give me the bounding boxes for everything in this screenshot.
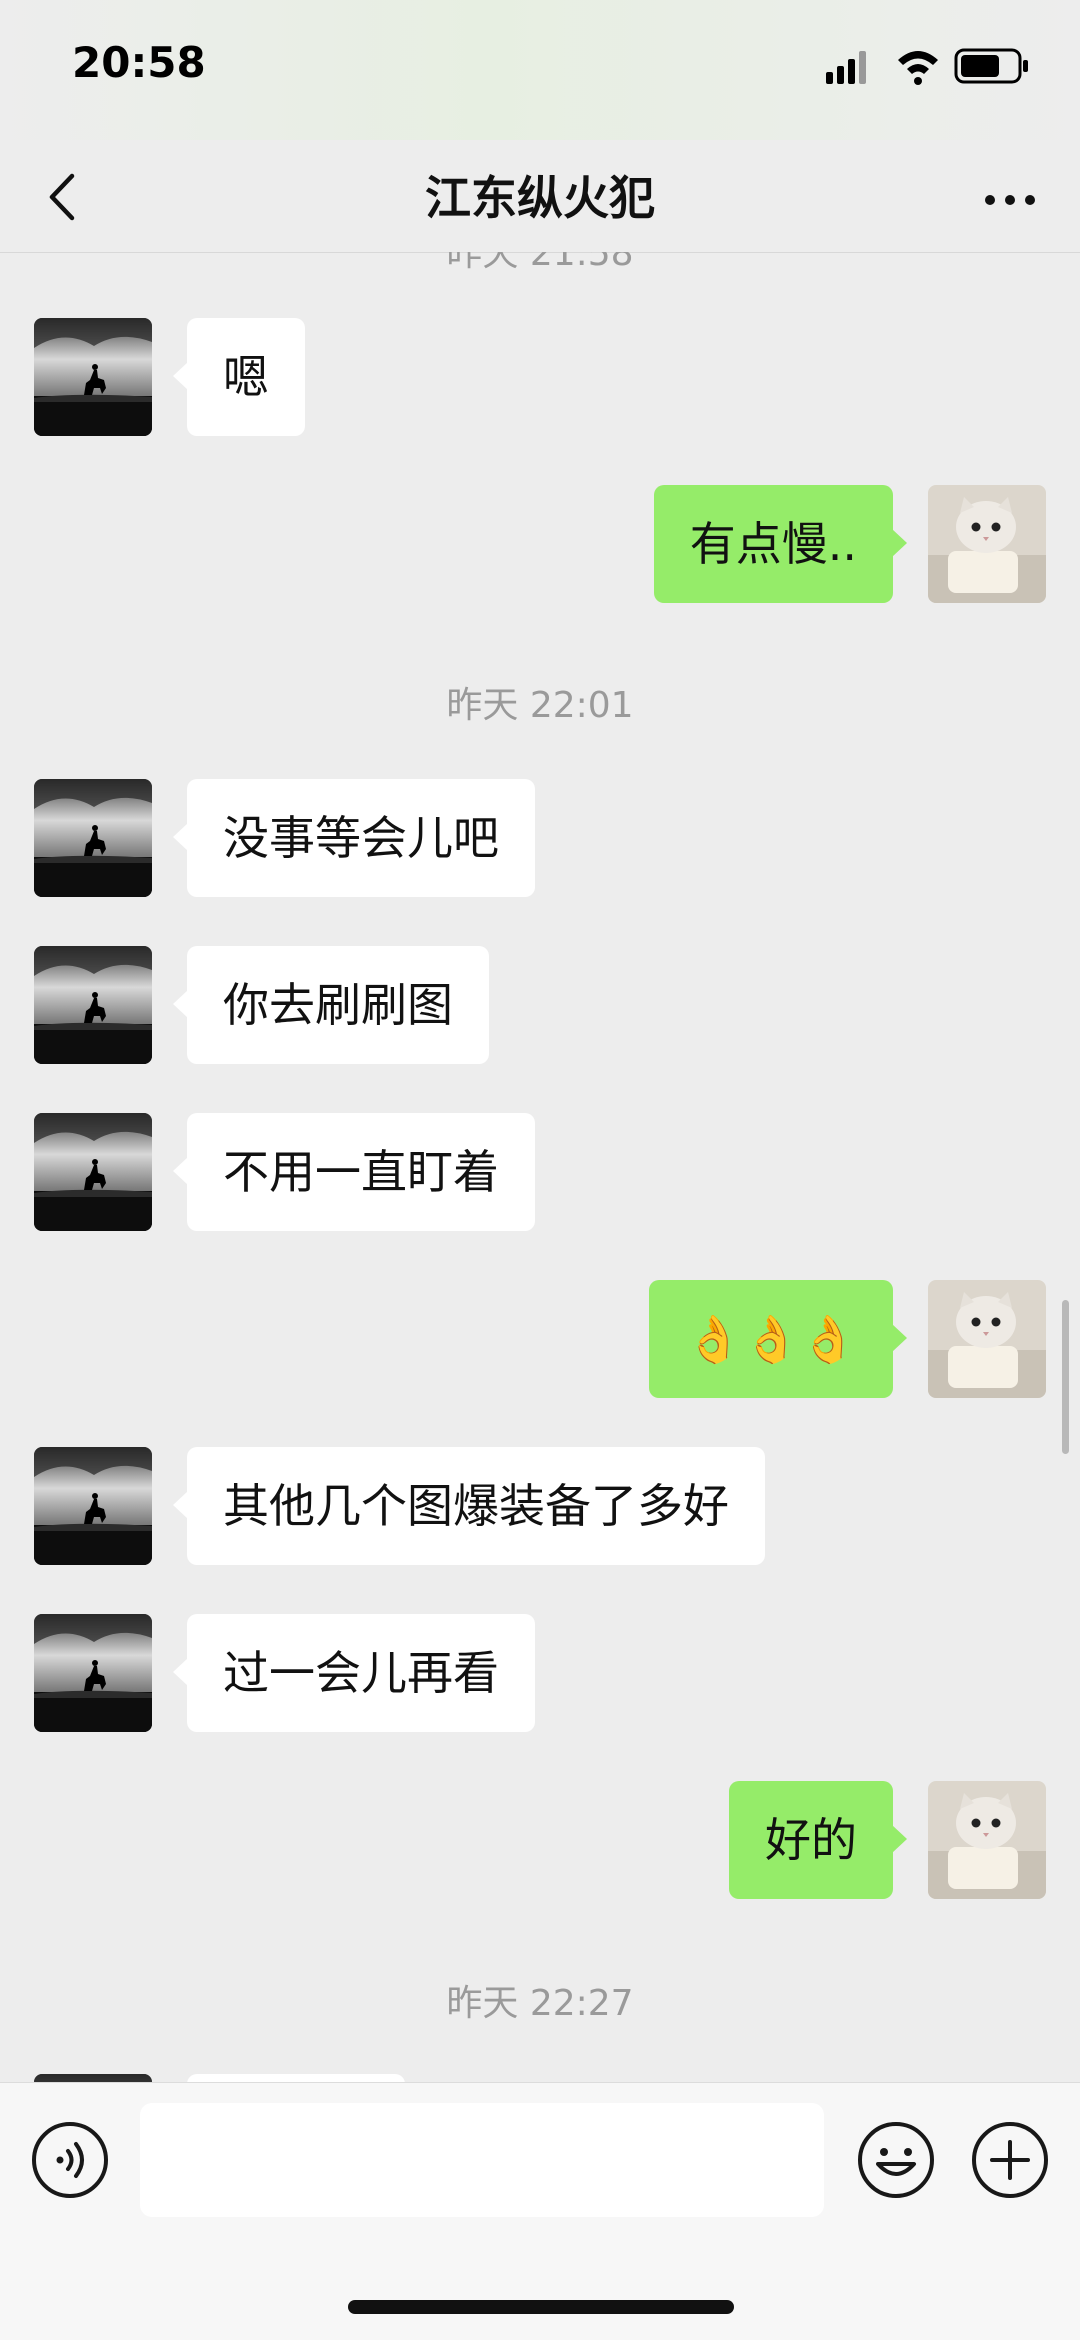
plus-button[interactable] <box>970 2120 1050 2200</box>
more-dots-icon <box>985 195 1035 205</box>
rider-avatar-image <box>34 2074 152 2082</box>
status-icons <box>826 46 1036 86</box>
incoming-message[interactable]: 嗯 <box>173 318 305 436</box>
rider-avatar-image <box>34 1614 152 1732</box>
message-input[interactable] <box>140 2103 824 2217</box>
message-list[interactable]: 昨天 21:58 嗯 有点慢.. 昨天 22:01 没事等会儿吧 你去刷刷图 不… <box>0 252 1080 2082</box>
contact-avatar[interactable] <box>34 1113 152 1231</box>
emoji-icon <box>858 2122 934 2198</box>
rider-avatar-image <box>34 318 152 436</box>
cat-avatar-image <box>928 485 1046 603</box>
contact-avatar[interactable] <box>34 1447 152 1565</box>
contact-avatar[interactable] <box>34 2074 152 2082</box>
emoji-button[interactable] <box>856 2120 936 2200</box>
timestamp: 昨天 22:01 <box>446 685 634 726</box>
incoming-message[interactable]: 你去刷刷图 <box>173 946 489 1064</box>
incoming-message[interactable]: 过一会儿再看 <box>173 1614 535 1732</box>
rider-avatar-image <box>34 1113 152 1231</box>
outgoing-message[interactable]: 好的 <box>729 1781 907 1899</box>
status-bar: 20:58 <box>0 0 1080 140</box>
rider-avatar-image <box>34 779 152 897</box>
my-avatar[interactable] <box>928 485 1046 603</box>
voice-icon <box>32 2122 108 2198</box>
status-time: 20:58 <box>72 38 206 87</box>
contact-avatar[interactable] <box>34 318 152 436</box>
voice-button[interactable] <box>30 2120 110 2200</box>
timestamp: 昨天 22:27 <box>446 1983 634 2024</box>
outgoing-message[interactable]: 👌👌👌 <box>649 1280 907 1398</box>
cat-avatar-image <box>928 1781 1046 1899</box>
timestamp: 昨天 21:58 <box>446 252 634 274</box>
more-button[interactable] <box>970 162 1050 232</box>
plus-icon <box>972 2122 1048 2198</box>
contact-avatar[interactable] <box>34 946 152 1064</box>
contact-avatar[interactable] <box>34 779 152 897</box>
rider-avatar-image <box>34 946 152 1064</box>
outgoing-message[interactable]: 有点慢.. <box>653 485 908 603</box>
wifi-icon <box>898 51 938 85</box>
chat-header: 江东纵火犯 <box>0 140 1080 253</box>
my-avatar[interactable] <box>928 1781 1046 1899</box>
incoming-message[interactable]: 不用一直盯着 <box>173 1113 535 1231</box>
chat-title: 江东纵火犯 <box>425 171 655 225</box>
my-avatar[interactable] <box>928 1280 1046 1398</box>
incoming-message[interactable]: 其他几个图爆装备了多好 <box>173 1447 765 1565</box>
home-indicator[interactable] <box>348 2300 734 2314</box>
incoming-message[interactable]: 没事等会儿吧 <box>173 779 535 897</box>
incoming-message-partial[interactable] <box>187 2074 405 2082</box>
rider-avatar-image <box>34 1447 152 1565</box>
scrollbar[interactable] <box>1062 1300 1069 1454</box>
contact-avatar[interactable] <box>34 1614 152 1732</box>
battery-icon <box>954 48 1028 84</box>
cat-avatar-image <box>928 1280 1046 1398</box>
signal-icon <box>826 51 866 84</box>
